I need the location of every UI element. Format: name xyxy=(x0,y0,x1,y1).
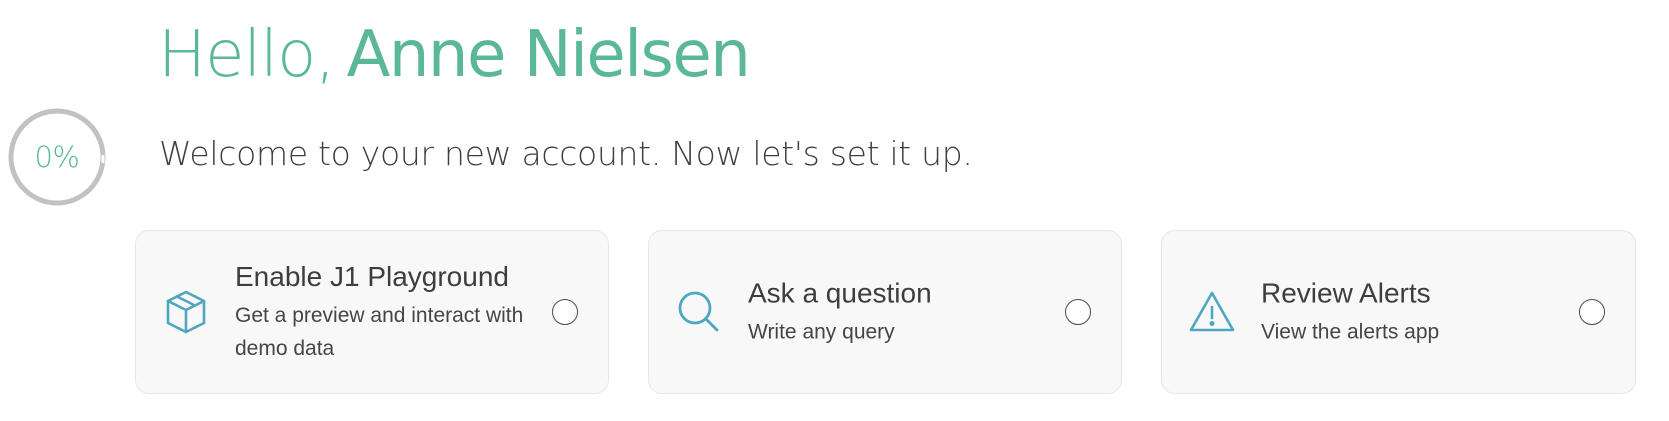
alert-triangle-icon xyxy=(1188,288,1236,336)
card-description: Write any query xyxy=(748,320,895,344)
welcome-subtitle: Welcome to your new account. Now let's s… xyxy=(159,134,973,173)
select-radio[interactable] xyxy=(1579,299,1605,325)
card-ask-a-question[interactable]: Ask a question Write any query xyxy=(648,230,1122,394)
card-enable-j1-playground[interactable]: Enable J1 Playground Get a preview and i… xyxy=(135,230,609,394)
select-radio[interactable] xyxy=(552,299,578,325)
card-title: Enable J1 Playground xyxy=(235,261,509,292)
card-title: Ask a question xyxy=(748,277,932,309)
card-review-alerts[interactable]: Review Alerts View the alerts app xyxy=(1161,230,1636,394)
card-description: View the alerts app xyxy=(1261,320,1440,344)
greeting-heading: Hello, Anne Nielsen xyxy=(158,18,751,94)
card-text: Review Alerts View the alerts app xyxy=(1261,276,1561,349)
box-icon xyxy=(162,288,210,336)
setup-progress-ring: 0% xyxy=(6,106,108,208)
card-text: Enable J1 Playground Get a preview and i… xyxy=(235,259,535,365)
setup-page: Hello, Anne Nielsen 0% Welcome to your n… xyxy=(0,0,1669,421)
card-text: Ask a question Write any query xyxy=(748,276,1048,349)
select-radio[interactable] xyxy=(1065,299,1091,325)
card-title: Review Alerts xyxy=(1261,277,1431,309)
progress-percentage: 0% xyxy=(34,140,80,174)
card-description: Get a preview and interact with demo dat… xyxy=(235,304,524,360)
greeting-prefix: Hello, xyxy=(158,18,336,92)
search-icon xyxy=(675,288,723,336)
user-name: Anne Nielsen xyxy=(346,18,751,92)
